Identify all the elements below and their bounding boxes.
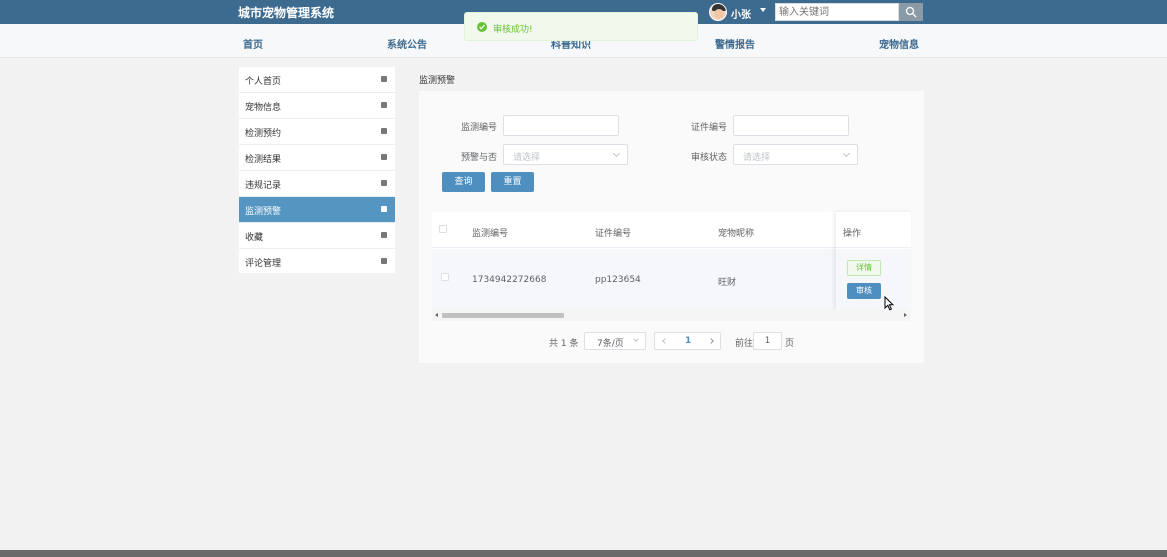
sidebar-item-violations[interactable]: 违规记录: [239, 171, 395, 197]
folder-icon: [381, 206, 387, 212]
cert-no-input[interactable]: [733, 115, 849, 136]
sidebar-item-label: 收藏: [245, 233, 264, 243]
prev-page-icon[interactable]: [662, 338, 668, 344]
sidebar-item-label: 监测预警: [245, 207, 282, 217]
pagination-total: 共 1 条: [549, 339, 579, 349]
page-title: 监测预警: [419, 76, 456, 86]
nav-alerts[interactable]: 警情报告: [715, 36, 755, 51]
sidebar-item-label: 个人首页: [245, 77, 282, 87]
monitor-no-label: 监测编号: [461, 123, 498, 133]
review-button[interactable]: 审核: [847, 283, 881, 299]
query-button[interactable]: 查询: [442, 172, 485, 192]
folder-icon: [381, 76, 387, 82]
sidebar-item-pet-info[interactable]: 宠物信息: [239, 93, 395, 119]
sidebar-item-label: 宠物信息: [245, 103, 282, 113]
folder-icon: [381, 102, 387, 108]
page-size-select[interactable]: 7条/页: [584, 332, 646, 350]
sidebar: 个人首页 宠物信息 检测预约 检测结果 违规记录 监测预警 收藏 评论管理: [239, 67, 395, 273]
search-button[interactable]: [899, 3, 923, 21]
search-icon: [905, 6, 917, 18]
sidebar-item-appointment[interactable]: 检测预约: [239, 119, 395, 145]
warning-select-placeholder: 请选择: [513, 153, 541, 163]
review-status-label: 审核状态: [691, 153, 728, 163]
reset-button[interactable]: 重置: [491, 172, 534, 192]
scroll-right-icon[interactable]: [904, 313, 907, 317]
folder-icon: [381, 128, 387, 134]
monitor-no-input[interactable]: [503, 115, 619, 136]
nav-announcements[interactable]: 系统公告: [387, 36, 427, 51]
chevron-down-icon[interactable]: [760, 8, 766, 12]
folder-icon: [381, 232, 387, 238]
horizontal-scrollbar[interactable]: [432, 310, 911, 321]
current-page[interactable]: 1: [685, 336, 691, 346]
chevron-down-icon: [612, 149, 621, 158]
review-status-select[interactable]: 请选择: [733, 144, 858, 165]
scroll-left-icon[interactable]: [435, 313, 438, 317]
column-header: 宠物昵称: [718, 229, 755, 239]
sidebar-item-label: 违规记录: [245, 181, 282, 191]
monitor-no-cell: 1734942272668: [472, 275, 547, 285]
sidebar-item-label: 检测结果: [245, 155, 282, 165]
bottom-bar: [0, 550, 1167, 557]
page-size-value: 7条/页: [597, 339, 624, 349]
folder-icon: [381, 180, 387, 186]
avatar[interactable]: [709, 3, 727, 21]
actions-column: 操作 详情 审核: [836, 212, 911, 310]
warning-label: 预警与否: [461, 153, 498, 163]
page-unit-label: 页: [785, 339, 795, 349]
sidebar-item-label: 评论管理: [245, 259, 282, 269]
detail-button[interactable]: 详情: [847, 260, 881, 276]
sidebar-item-comments[interactable]: 评论管理: [239, 249, 395, 275]
sidebar-item-label: 检测预约: [245, 129, 282, 139]
search-input[interactable]: [775, 3, 899, 21]
toast-message: 审核成功!: [493, 25, 533, 35]
sidebar-item-home[interactable]: 个人首页: [239, 67, 395, 93]
goto-page-input[interactable]: 1: [753, 332, 782, 350]
folder-icon: [381, 258, 387, 264]
cert-no-cell: pp123654: [595, 275, 641, 285]
column-header: 操作: [843, 229, 862, 239]
app-title: 城市宠物管理系统: [238, 6, 335, 20]
next-page-icon[interactable]: [708, 338, 714, 344]
column-header: 证件编号: [595, 229, 632, 239]
pager: 1: [654, 332, 721, 350]
goto-label: 前往: [735, 339, 754, 349]
row-checkbox[interactable]: [441, 273, 449, 281]
column-header: 监测编号: [472, 229, 509, 239]
sidebar-item-monitoring[interactable]: 监测预警: [239, 197, 395, 223]
success-toast: 审核成功!: [464, 12, 698, 41]
pet-name-cell: 旺财: [718, 278, 737, 288]
sidebar-item-favorites[interactable]: 收藏: [239, 223, 395, 249]
folder-icon: [381, 154, 387, 160]
mouse-cursor-icon: [884, 296, 894, 311]
chevron-down-icon: [842, 149, 851, 158]
username[interactable]: 小张: [731, 6, 751, 21]
scrollbar-thumb[interactable]: [442, 313, 564, 318]
nav-pet-info[interactable]: 宠物信息: [879, 36, 919, 51]
warning-select[interactable]: 请选择: [503, 144, 628, 165]
check-circle-icon: [477, 22, 487, 32]
select-all-checkbox[interactable]: [439, 225, 447, 233]
nav-home[interactable]: 首页: [243, 36, 263, 51]
cert-no-label: 证件编号: [691, 123, 728, 133]
chevron-down-icon: [633, 336, 639, 342]
review-select-placeholder: 请选择: [743, 153, 771, 163]
sidebar-item-results[interactable]: 检测结果: [239, 145, 395, 171]
